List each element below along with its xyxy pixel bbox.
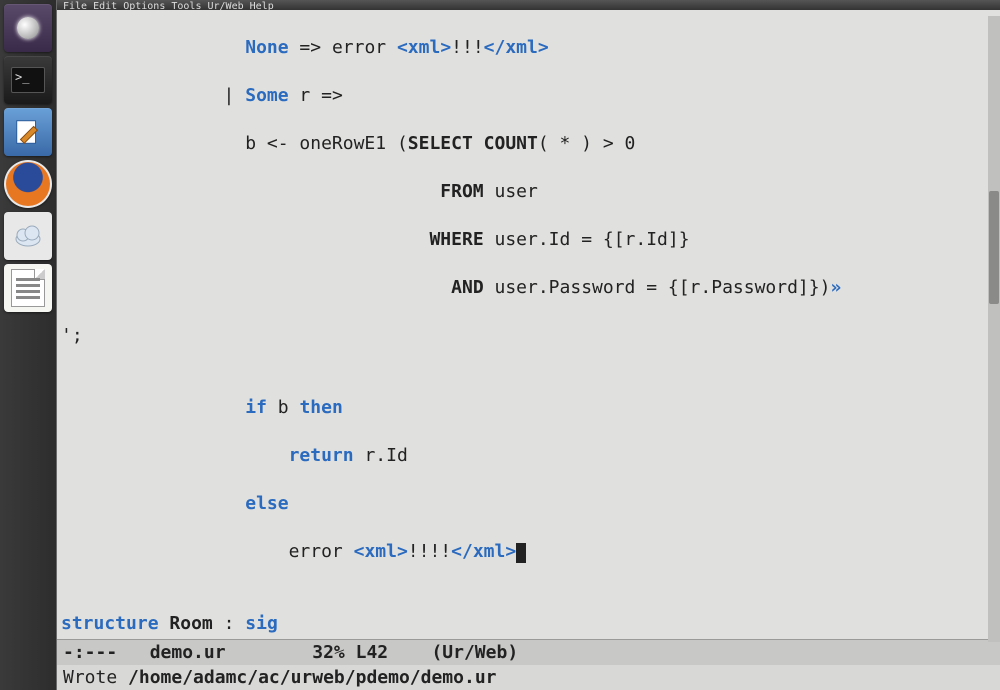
text-cursor <box>516 543 526 563</box>
terminal-icon[interactable] <box>4 56 52 104</box>
scrollbar-thumb[interactable] <box>989 191 999 304</box>
code-buffer[interactable]: None => error <xml>!!!</xml> | Some r =>… <box>57 10 1000 639</box>
text-editor-icon[interactable] <box>4 108 52 156</box>
emacs-window: File Edit Options Tools Ur/Web Help None… <box>56 0 1000 690</box>
emacs-minibuffer: Wrote /home/adamc/ac/urweb/pdemo/demo.ur <box>57 665 1000 690</box>
dash-icon[interactable] <box>4 4 52 52</box>
cloud-app-icon[interactable] <box>4 212 52 260</box>
vertical-scrollbar[interactable] <box>988 16 1000 642</box>
libreoffice-icon[interactable] <box>4 264 52 312</box>
window-titlebar: File Edit Options Tools Ur/Web Help <box>57 0 1000 10</box>
firefox-icon[interactable] <box>4 160 52 208</box>
unity-launcher <box>0 0 56 690</box>
emacs-modeline: -:--- demo.ur 32% L42 (Ur/Web) <box>57 639 1000 665</box>
